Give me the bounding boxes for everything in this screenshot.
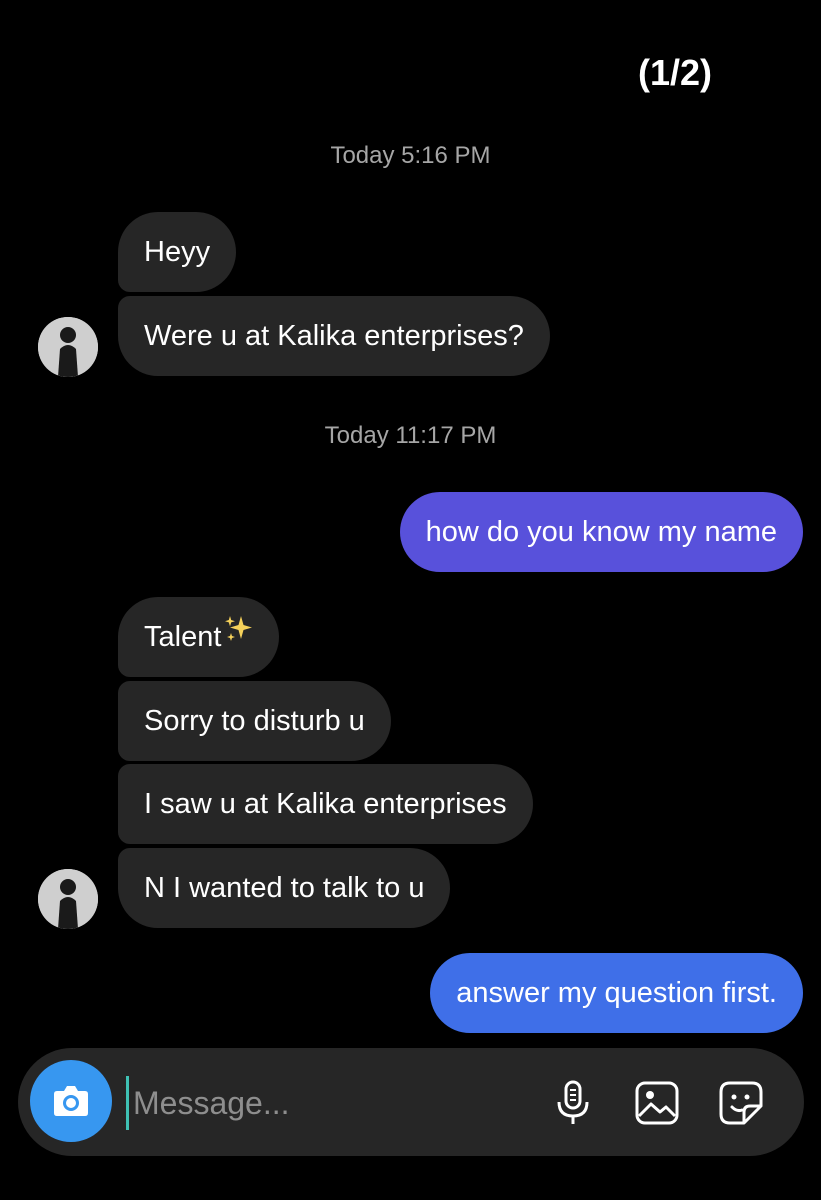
avatar[interactable] — [38, 317, 98, 377]
microphone-icon — [557, 1080, 589, 1124]
avatar-silhouette-icon — [38, 317, 98, 377]
sticker-button[interactable] — [716, 1078, 766, 1128]
sparkles-icon — [223, 595, 253, 675]
message-bubble-incoming[interactable]: I saw u at Kalika enterprises — [118, 764, 533, 844]
gallery-button[interactable] — [632, 1078, 682, 1128]
message-bubble-incoming[interactable]: Were u at Kalika enterprises? — [118, 296, 550, 376]
timestamp: Today 11:17 PM — [324, 422, 497, 449]
message-composer — [18, 1048, 804, 1156]
message-input[interactable] — [126, 1076, 535, 1130]
avatar-silhouette-icon — [38, 869, 98, 929]
message-bubble-incoming[interactable]: N I wanted to talk to u — [118, 848, 451, 928]
message-bubble-incoming[interactable]: Talent — [118, 595, 280, 677]
timestamp: Today 5:16 PM — [330, 142, 491, 169]
message-bubble-outgoing[interactable]: answer my question first. — [430, 953, 803, 1033]
camera-button[interactable] — [30, 1060, 112, 1142]
camera-icon — [54, 1086, 88, 1116]
sticker-icon — [719, 1081, 763, 1125]
voice-message-button[interactable] — [548, 1078, 598, 1128]
gallery-icon — [635, 1081, 679, 1125]
page-counter: (1/2) — [637, 52, 713, 93]
message-text: Talent — [144, 621, 222, 653]
message-bubble-incoming[interactable]: Sorry to disturb u — [118, 681, 391, 761]
avatar[interactable] — [38, 869, 98, 929]
message-bubble-incoming[interactable]: Heyy — [118, 212, 237, 292]
message-bubble-outgoing[interactable]: how do you know my name — [399, 492, 803, 572]
